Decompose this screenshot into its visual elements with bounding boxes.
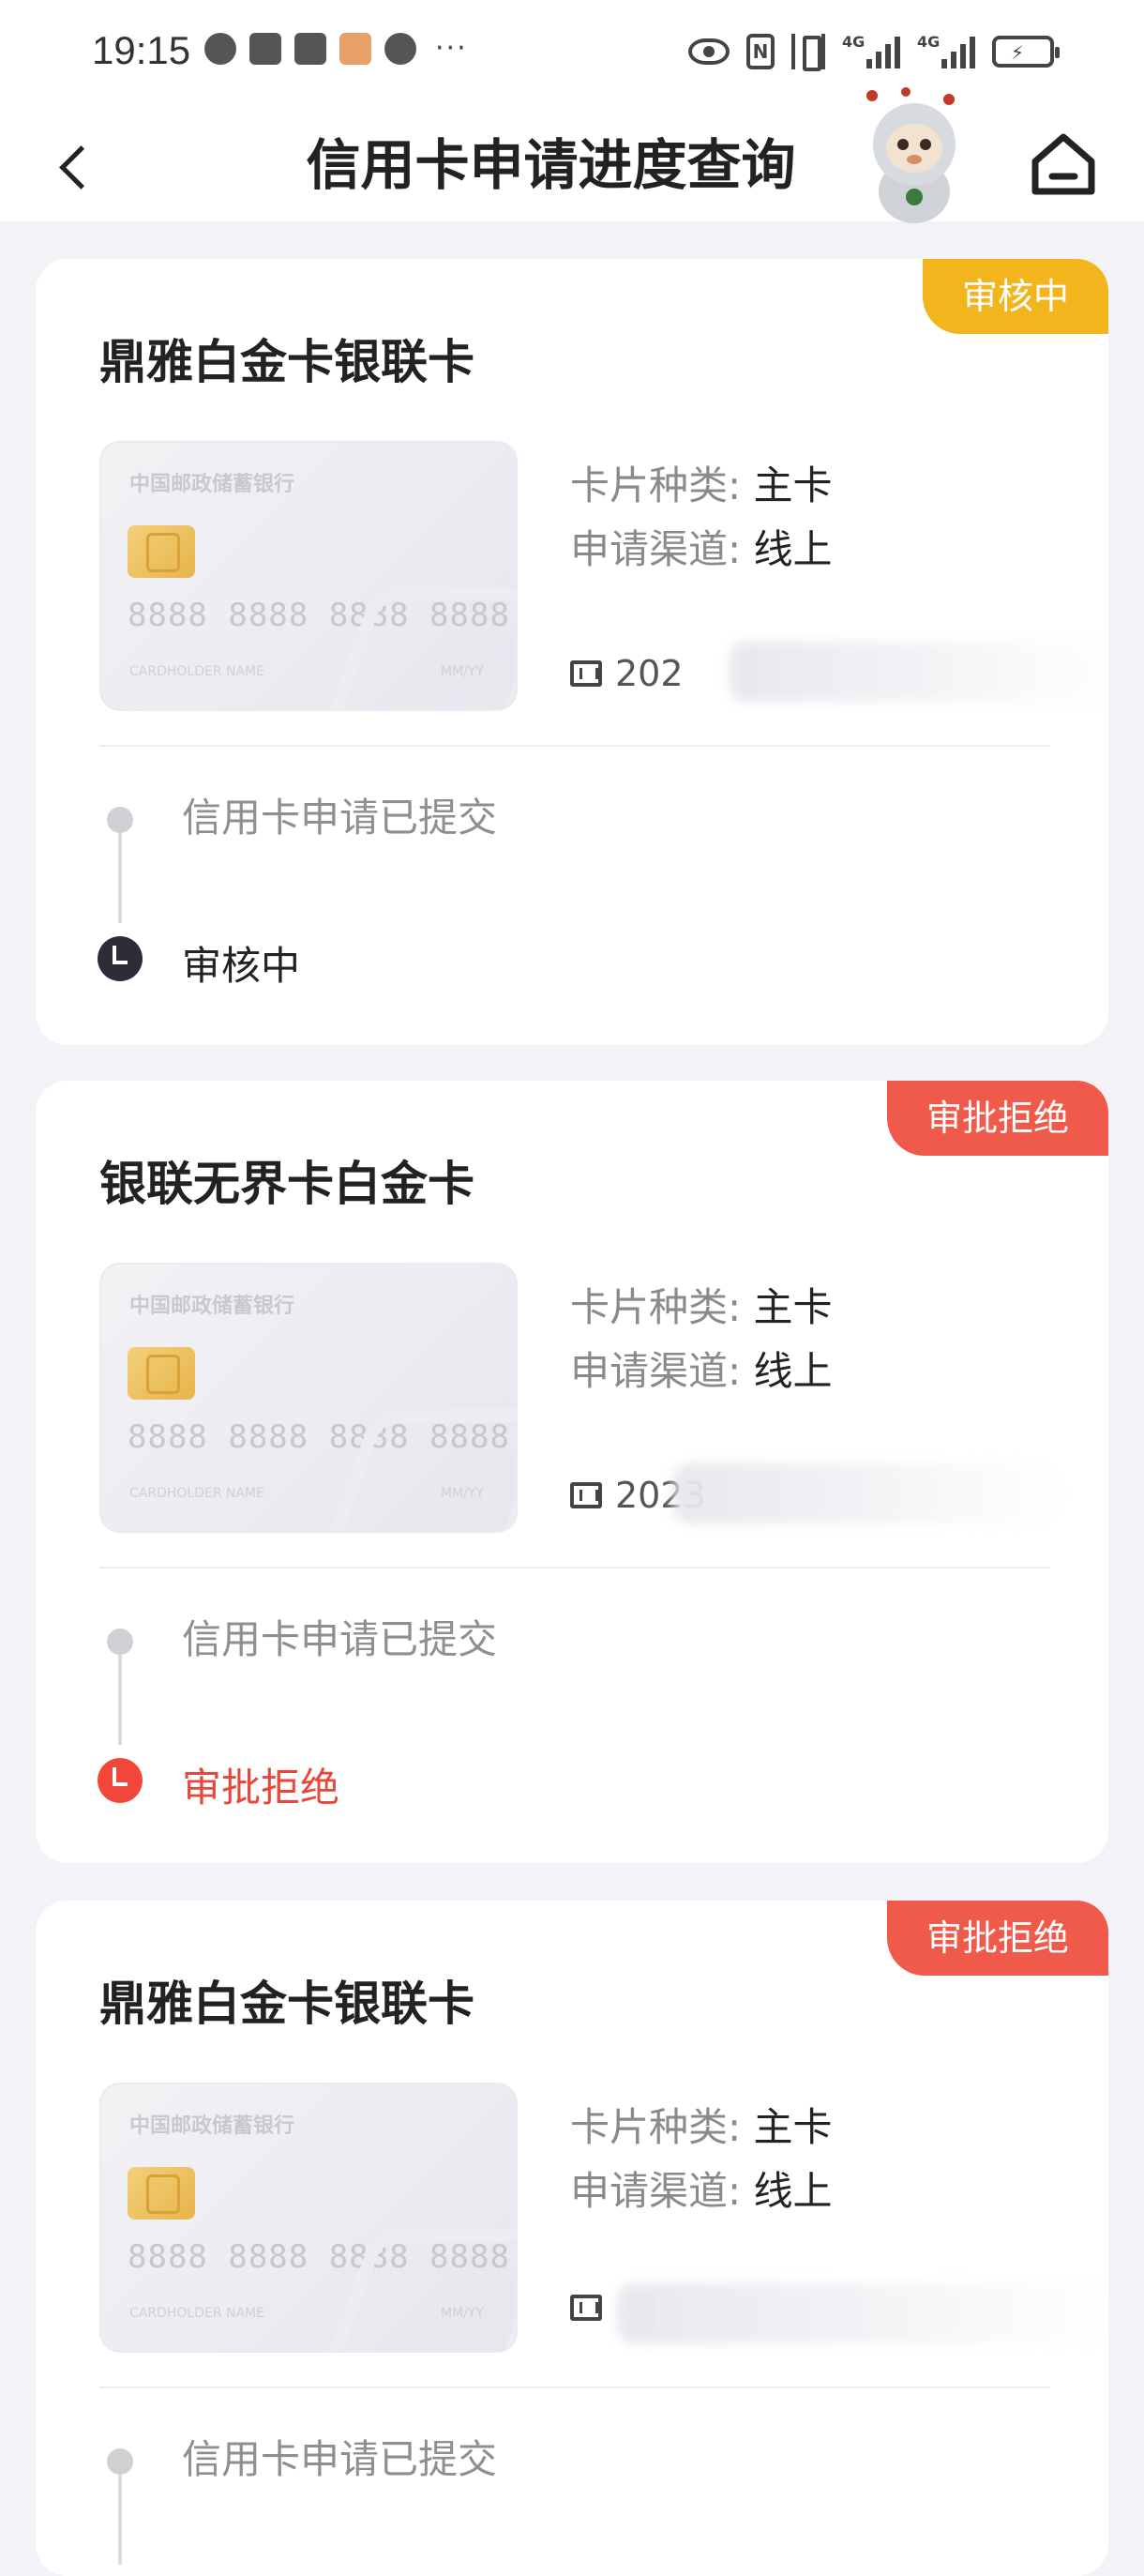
timeline-step-submitted: 信用卡申请已提交 [182,1616,498,1662]
channel-label: 申请渠道: [570,526,742,572]
redacted-area [673,1463,1067,1523]
channel-value: 线上 [753,1348,833,1394]
huawei-app-icon [249,32,281,65]
status-badge: 审批拒绝 [886,1081,1108,1156]
divider [99,1567,1050,1568]
card-type-label: 卡片种类: [570,2104,742,2150]
application-number-text: 202 [615,653,684,694]
divider [99,745,1050,747]
status-badge: 审批拒绝 [886,1901,1108,1976]
card-type-value: 主卡 [753,2104,833,2150]
eye-comfort-icon [688,38,730,65]
sf-express-icon [384,32,416,65]
home-button[interactable] [1024,124,1103,203]
channel-row: 申请渠道: 线上 [570,518,833,575]
application-number: 202 [570,653,684,694]
wechat-icon [204,32,236,65]
nav-bar: 信用卡申请进度查询 [0,87,1144,223]
signal-icon: 4G [842,33,900,68]
notification-icons: ··· [204,32,468,65]
card-product-name: 鼎雅白金卡银联卡 [99,335,474,389]
card-image: 中国邮政储蓄银行 8888 8888 8888 8888 CARDHOLDER … [99,441,518,711]
card-product-name: 银联无界卡白金卡 [99,1157,474,1211]
channel-label: 申请渠道: [570,1348,742,1394]
timeline-step-submitted: 信用卡申请已提交 [182,2436,498,2482]
timeline-line [118,822,122,923]
card-type-row: 卡片种类: 主卡 [570,1276,833,1333]
divider [99,2387,1050,2388]
timeline-dot [107,2448,133,2475]
vibrate-icon [791,34,825,71]
card-product-name: 鼎雅白金卡银联卡 [99,1977,474,2031]
card-image-holder: CARDHOLDER NAME [129,1486,264,1501]
card-type-label: 卡片种类: [570,1284,742,1330]
card-type-value: 主卡 [753,462,833,508]
card-image-holder: CARDHOLDER NAME [129,2306,264,2321]
status-time: 19:15 [92,28,191,72]
timeline-step-current: 审批拒绝 [182,1765,340,1811]
timeline-step-current: 审核中 [182,943,301,989]
channel-value: 线上 [753,526,833,572]
battery-icon: ⚡ [992,36,1060,68]
application-card[interactable]: 审批拒绝 银联无界卡白金卡 中国邮政储蓄银行 8888 8888 8888 88… [36,1081,1108,1863]
alipay-icon [294,32,326,65]
timeline-line [118,2463,122,2565]
redacted-area [730,642,1108,702]
app-notification-icon [339,32,371,65]
card-image-bank-name: 中国邮政储蓄银行 [129,473,295,496]
channel-row: 申请渠道: 线上 [570,1340,833,1397]
timeline-line [118,1644,122,1745]
card-image-bank-name: 中国邮政储蓄银行 [129,2114,295,2138]
clock-icon [98,936,143,981]
timeline-dot [107,1629,133,1655]
mascot-icon [866,87,956,223]
chip-icon [128,1347,195,1400]
card-type-value: 主卡 [753,1284,833,1330]
card-type-row: 卡片种类: 主卡 [570,454,833,511]
chip-icon [128,2167,195,2220]
status-badge: 审核中 [922,259,1108,334]
channel-value: 线上 [753,2168,833,2214]
more-notifications-icon: ··· [435,32,468,65]
card-image: 中国邮政储蓄银行 8888 8888 8888 8888 CARDHOLDER … [99,2083,518,2353]
signal-icon-2: 4G [917,33,975,68]
barcode-icon [570,2295,602,2321]
barcode-icon [570,1482,602,1508]
nfc-icon: N [746,34,775,69]
card-type-row: 卡片种类: 主卡 [570,2096,833,2153]
channel-row: 申请渠道: 线上 [570,2159,833,2217]
card-image-holder: CARDHOLDER NAME [129,664,264,679]
card-image: 中国邮政储蓄银行 8888 8888 8888 8888 CARDHOLDER … [99,1263,518,1533]
system-status-icons: N 4G 4G ⚡ [688,33,1060,71]
card-image-bank-name: 中国邮政储蓄银行 [129,1295,295,1318]
channel-label: 申请渠道: [570,2168,742,2214]
redacted-area [617,2283,1108,2343]
card-type-label: 卡片种类: [570,462,742,508]
barcode-icon [570,660,602,687]
clock-icon [98,1758,143,1803]
application-card[interactable]: 审核中 鼎雅白金卡银联卡 中国邮政储蓄银行 8888 8888 8888 888… [36,259,1108,1045]
timeline-step-submitted: 信用卡申请已提交 [182,795,498,841]
application-number [570,2295,615,2321]
application-card[interactable]: 审批拒绝 鼎雅白金卡银联卡 中国邮政储蓄银行 8888 8888 8888 88… [36,1901,1108,2576]
chip-icon [128,525,195,578]
timeline-dot [107,807,133,833]
